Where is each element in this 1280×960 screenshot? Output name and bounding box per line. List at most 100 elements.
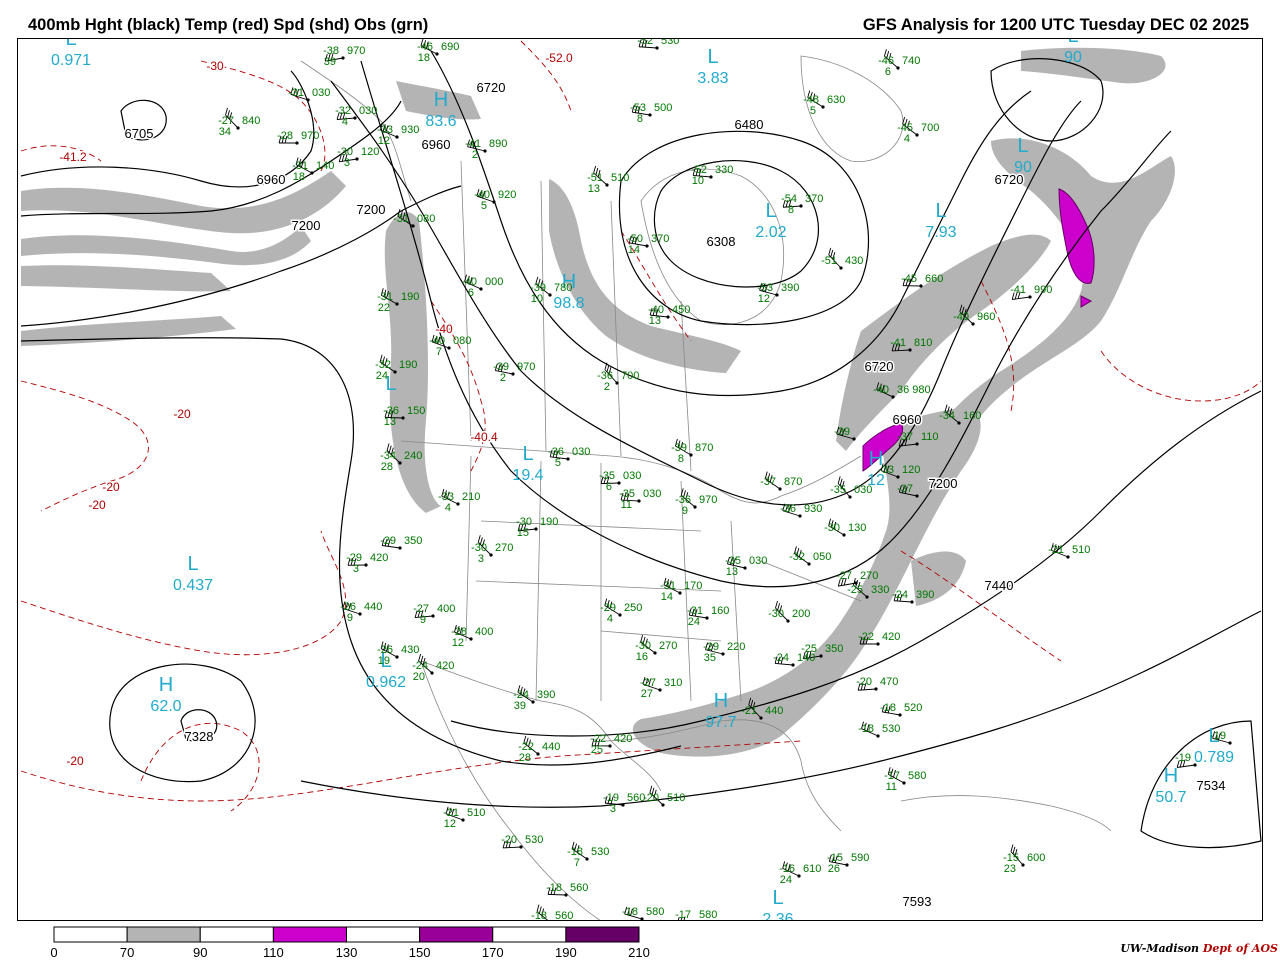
- temperature-contour-label: -20: [88, 498, 106, 512]
- station-height: 600: [1027, 852, 1045, 864]
- station-height: 690: [441, 41, 459, 53]
- wind-barb-flag: [837, 476, 841, 484]
- station-height: 36 980: [897, 384, 931, 396]
- pressure-center-value: 83.6: [425, 113, 456, 130]
- colorbar-tick-label: 150: [409, 945, 431, 960]
- station-obs: -28 40012: [451, 624, 493, 649]
- pressure-center: H 62.0: [150, 674, 181, 715]
- station-obs: -22 44028: [518, 735, 560, 764]
- temperature-contour-label: -41.2: [59, 150, 87, 164]
- colorbar-tick-label: 70: [120, 945, 134, 960]
- height-contour-label: 6720: [477, 80, 506, 95]
- station-temp: -19: [1210, 730, 1226, 742]
- station-obs: -30 130: [824, 518, 866, 537]
- pressure-center-value: 3.83: [697, 70, 728, 87]
- station-obs: -21 510: [1048, 543, 1090, 559]
- pressure-center: L 7.93: [925, 200, 956, 241]
- station-obs: -18 560: [546, 882, 588, 897]
- station-temp: -18: [622, 906, 638, 918]
- height-contour-label: 7200: [292, 218, 321, 233]
- station-dewpoint: 12: [378, 135, 390, 147]
- station-dewpoint: 5: [481, 200, 487, 212]
- station-dewpoint: 14: [628, 244, 640, 256]
- station-height: 170: [684, 580, 702, 592]
- station-obs: -31 17014: [660, 577, 702, 603]
- station-obs: -30 19015: [516, 516, 558, 539]
- colorbar-bin: [126, 926, 201, 943]
- station-height: 510: [1072, 544, 1090, 556]
- pressure-center-value: 0.789: [1194, 749, 1234, 766]
- station-obs: -32 0304: [335, 105, 377, 128]
- station-height: 580: [908, 770, 926, 782]
- height-contour-label: 6960: [422, 137, 451, 152]
- station-obs: -33 2104: [438, 488, 480, 514]
- station-height: 350: [404, 535, 422, 547]
- temperature-contour-label: -40: [435, 322, 453, 336]
- station-temp: -18: [858, 723, 874, 735]
- pressure-center: L 3.83: [697, 46, 728, 87]
- station-obs: -48 6305: [803, 90, 845, 117]
- station-height: 970: [699, 494, 717, 506]
- station-temp: -20: [501, 834, 517, 846]
- pressure-center: L 0.437: [173, 553, 213, 594]
- station-dewpoint: 23: [1004, 863, 1016, 875]
- station-obs: -50 37014: [627, 233, 669, 256]
- height-contour-label: 6308: [707, 234, 736, 249]
- station-obs: -20 510: [643, 785, 685, 807]
- station-obs: -41 990: [1010, 284, 1052, 300]
- station-temp: -32: [789, 551, 805, 563]
- station-height: 430: [845, 255, 863, 267]
- station-height: 390: [781, 282, 799, 294]
- station-height: 630: [827, 94, 845, 106]
- station-obs: -31 030: [288, 87, 330, 102]
- station-dewpoint: 11: [886, 781, 897, 793]
- station-dewpoint: 28: [381, 461, 393, 473]
- station-height: 530: [525, 834, 543, 846]
- station-obs: -33 93012: [377, 122, 419, 147]
- colorbar-bin: [492, 926, 567, 943]
- station-height: 420: [882, 631, 900, 643]
- station-obs: -35 03011: [619, 488, 661, 511]
- station-dewpoint: 10: [692, 175, 704, 187]
- chart-title-left: 400mb Hght (black) Temp (red) Spd (shd) …: [28, 16, 429, 34]
- colorbar-tick-label: 190: [555, 945, 577, 960]
- station-height: 250: [624, 602, 642, 614]
- station-height: 400: [475, 626, 493, 638]
- station-obs: -30 27016: [635, 635, 677, 663]
- station-height: 140: [797, 652, 815, 664]
- station-dewpoint: 24: [376, 370, 388, 382]
- station-height: 160: [963, 410, 981, 422]
- pressure-center: L 90: [1064, 39, 1082, 66]
- station-obs: -39 8708: [671, 438, 713, 465]
- jet-shade-pacific-4: [21, 316, 236, 346]
- station-height: 110: [921, 431, 939, 443]
- station-dewpoint: 25: [591, 744, 603, 756]
- station-height: 970: [347, 45, 365, 57]
- height-contour-label: 7593: [903, 894, 932, 909]
- station-obs: -52 530: [637, 39, 679, 50]
- pressure-center-value: 97.7: [705, 714, 736, 731]
- station-obs: -37 870: [760, 471, 802, 491]
- station-height: 130: [848, 522, 866, 534]
- station-height: 810: [914, 337, 932, 349]
- station-height: 140: [316, 160, 334, 172]
- station-dewpoint: 20: [413, 671, 425, 683]
- state-line-8: [730, 520, 742, 702]
- station-dewpoint: 34: [219, 126, 231, 138]
- station-obs: -31 16024: [687, 605, 729, 628]
- station-height: 870: [695, 442, 713, 454]
- station-dewpoint: 28: [519, 752, 531, 764]
- station-height: 030: [572, 446, 590, 458]
- station-height: 660: [925, 273, 943, 285]
- station-dewpoint: 4: [904, 133, 910, 145]
- wind-barb: [1177, 764, 1196, 768]
- station-height: 270: [860, 570, 878, 582]
- pressure-center-value: 62.0: [150, 698, 181, 715]
- pressure-center-value: 7.93: [925, 224, 956, 241]
- station-height: 080: [417, 213, 435, 225]
- wind-barb-flag: [225, 107, 228, 116]
- pressure-center-letter: H: [434, 89, 448, 111]
- station-height: 030: [312, 87, 330, 99]
- station-obs: -32 050: [789, 546, 831, 566]
- pressure-center-value: 0.437: [173, 577, 213, 594]
